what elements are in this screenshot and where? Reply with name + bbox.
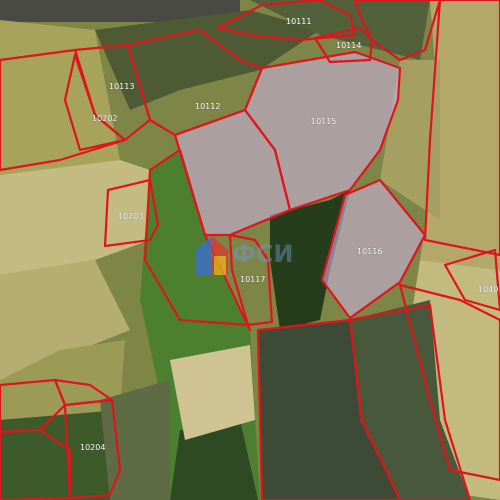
parcel-label-10117[interactable]: 10117 (240, 275, 266, 284)
cadastral-map[interactable]: ФСИ 10111 10114 10113 10112 10115 10202 … (0, 0, 500, 500)
parcel-label-10112[interactable]: 10112 (195, 102, 221, 111)
parcel-label-10114[interactable]: 10114 (336, 41, 362, 50)
parcel-label-10203[interactable]: 10203 (118, 212, 144, 221)
parcel-label-10113[interactable]: 10113 (109, 82, 135, 91)
parcel-label-10407[interactable]: 10407 (478, 285, 500, 294)
parcel-label-10111[interactable]: 10111 (286, 17, 312, 26)
map-canvas: ФСИ 10111 10114 10113 10112 10115 10202 … (0, 0, 500, 500)
parcel-label-10116[interactable]: 10116 (357, 247, 383, 256)
watermark-text: ФСИ (232, 240, 294, 268)
parcel-label-10202[interactable]: 10202 (92, 114, 118, 123)
parcel-label-10204[interactable]: 10204 (80, 443, 106, 452)
parcel-label-10115[interactable]: 10115 (311, 117, 337, 126)
